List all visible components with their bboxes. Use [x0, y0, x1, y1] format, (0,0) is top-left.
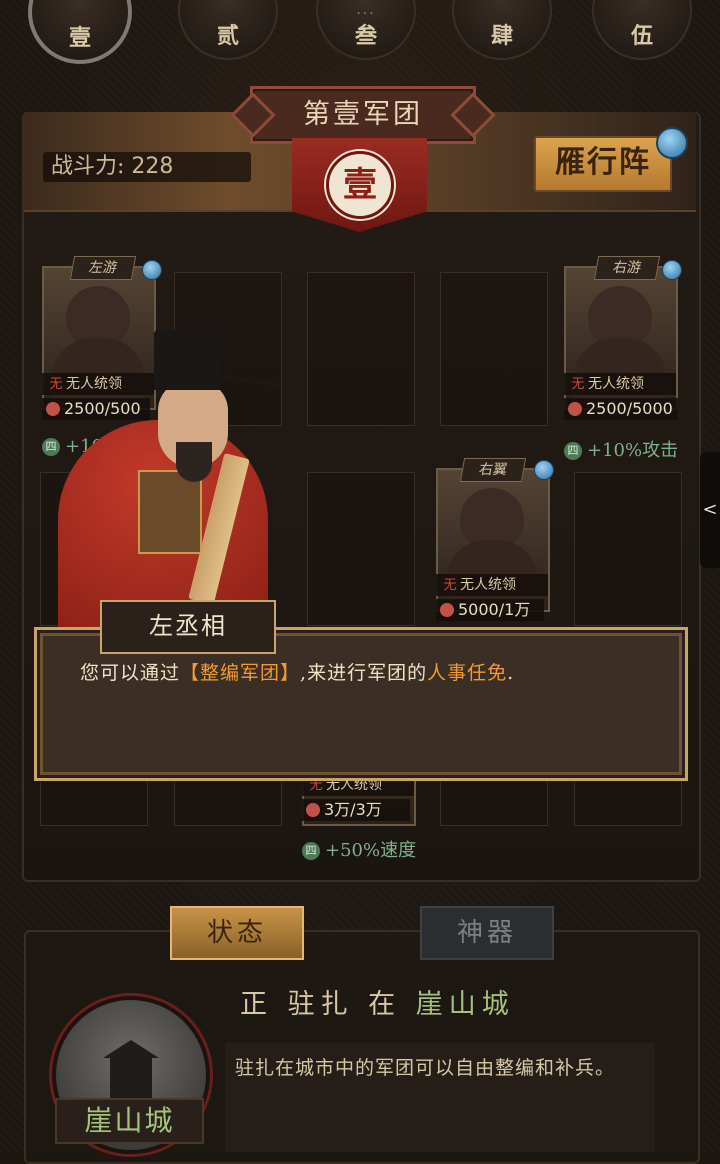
troop-count: 3万/3万: [302, 799, 410, 821]
hero-silhouette-body: [446, 540, 538, 606]
swap-icon[interactable]: [142, 260, 162, 280]
commander-text: 无人统领: [460, 577, 516, 593]
station-city: 崖山城: [415, 989, 515, 1020]
tab-legion-5[interactable]: 伍: [592, 0, 692, 60]
tab-label: 壹: [68, 25, 91, 51]
tab-label: 肆: [490, 23, 513, 49]
position-tag: 右游: [593, 256, 661, 280]
commander-label: 无无人统领: [436, 574, 548, 596]
dialog-highlight: 人事任免: [427, 662, 508, 684]
formation-slot[interactable]: [440, 272, 548, 426]
speaker-name: 左丞相: [100, 600, 276, 654]
station-description: 驻扎在城市中的军团可以自由整编和补兵。: [225, 1043, 655, 1152]
advisor-hat: [154, 330, 220, 390]
tab-label: 叁: [354, 23, 377, 49]
tab-legion-4[interactable]: 肆: [452, 0, 552, 60]
collapse-side-panel-button[interactable]: <: [700, 452, 720, 568]
no-commander-icon: 无: [568, 375, 588, 395]
advisor-mandarin-square: [138, 470, 202, 554]
formation-button[interactable]: 雁行阵: [534, 136, 672, 192]
dialog-highlight: 【整编军团】: [180, 662, 301, 684]
city-tower-icon: [103, 1040, 159, 1100]
bonus-text: +50%速度: [325, 840, 417, 861]
combat-power: 战斗力: 228: [43, 152, 251, 182]
dialog-text-part: 您可以通过: [80, 662, 181, 684]
formation-slot[interactable]: [307, 272, 415, 426]
legion-tab-bar: 壹 贰 ... 叁 肆 伍: [0, 0, 720, 64]
swap-icon[interactable]: [662, 260, 682, 280]
swap-icon[interactable]: [534, 460, 554, 480]
tab-artifact[interactable]: 神器: [420, 906, 554, 960]
advisor-portrait: [58, 330, 288, 630]
legion-seal-icon: 壹: [326, 151, 394, 219]
no-commander-icon: 无: [440, 576, 460, 596]
bonus-label: 四 +50%速度: [302, 836, 416, 862]
city-name-label: 崖山城: [55, 1098, 204, 1144]
combat-power-value: 228: [131, 154, 174, 179]
position-tag: 右翼: [459, 458, 527, 482]
commander-text: 无人统领: [588, 376, 644, 392]
advisor-beard: [176, 442, 212, 482]
bonus-badge-icon: 四: [564, 442, 582, 460]
bonus-badge-icon: 四: [302, 842, 320, 860]
tab-legion-1[interactable]: 壹: [28, 0, 132, 64]
legion-title: 第壹军团: [250, 86, 476, 144]
formation-slot[interactable]: [307, 472, 415, 626]
dialog-text-part: .: [507, 662, 515, 684]
station-status: 正 驻扎 在 崖山城: [240, 982, 515, 1021]
tab-label: 贰: [216, 23, 239, 49]
troop-count: 2500/5000: [564, 398, 678, 420]
tab-status[interactable]: 状态: [170, 906, 304, 960]
commander-label: 无无人统领: [564, 373, 676, 395]
troop-count: 5000/1万: [436, 599, 544, 621]
tab-label: 伍: [630, 23, 653, 49]
bonus-text: +10%攻击: [587, 440, 679, 461]
station-prefix: 正 驻扎 在: [240, 989, 402, 1020]
bonus-label: 四 +10%攻击: [564, 436, 678, 462]
position-tag: 左游: [69, 256, 137, 280]
dialog-text-part: ,来进行军团的: [300, 662, 428, 684]
tab-legion-3[interactable]: ... 叁: [316, 0, 416, 60]
formation-slot[interactable]: [574, 472, 682, 626]
tab-legion-2[interactable]: 贰: [178, 0, 278, 60]
switch-formation-icon[interactable]: [656, 127, 688, 159]
dialog-text: 您可以通过【整编军团】,来进行军团的人事任免.: [80, 658, 660, 685]
combat-power-label: 战斗力:: [51, 154, 125, 179]
more-dots-icon: ...: [356, 2, 376, 18]
advisor-hat-wing: [217, 373, 281, 388]
